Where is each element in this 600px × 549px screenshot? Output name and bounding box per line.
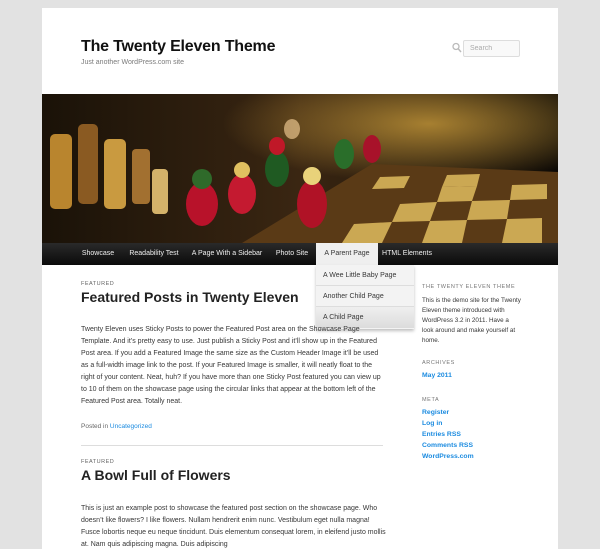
category-link[interactable]: Uncategorized [110,423,152,430]
meta-link-log-in[interactable]: Log in [422,418,474,429]
dropdown-item-another-child-page[interactable]: Another Child Page [316,286,414,307]
meta-link-entries-rss[interactable]: Entries RSS [422,429,474,440]
nav-item-showcase[interactable]: Showcase [77,243,119,265]
meta-link-comments-rss[interactable]: Comments RSS [422,440,474,451]
meta-list: Register Log in Entries RSS Comments RSS… [422,407,474,462]
page: The Twenty Eleven Theme Just another Wor… [42,8,558,549]
post-title[interactable]: A Bowl Full of Flowers [81,467,231,483]
widget-title-archives: ARCHIVES [422,360,455,366]
header-banner-image [42,94,558,243]
search-input[interactable] [464,41,518,56]
nav-item-parent-page[interactable]: A Parent Page [316,243,378,265]
post-footer: Posted in Uncategorized [81,423,152,430]
post-kicker: FEATURED [81,459,115,465]
nav-item-readability-test[interactable]: Readability Test [124,243,184,265]
main-navigation: Showcase Readability Test A Page With a … [42,243,558,265]
post-content: This is just an example post to showcase… [81,505,386,548]
widget-about-text: This is the demo site for the Twenty Ele… [422,297,521,344]
nav-item-page-with-sidebar[interactable]: A Page With a Sidebar [188,243,266,265]
meta-link-wordpress-com[interactable]: WordPress.com [422,451,474,462]
nav-dropdown-menu: A Wee Little Baby Page Another Child Pag… [316,265,414,329]
search-box[interactable] [452,40,520,57]
site-description: Just another WordPress.com site [81,59,184,66]
search-icon [452,42,462,53]
post-title[interactable]: Featured Posts in Twenty Eleven [81,289,299,305]
site-title[interactable]: The Twenty Eleven Theme [81,38,275,56]
post-footer-prefix: Posted in [81,423,109,430]
meta-link-register[interactable]: Register [422,407,474,418]
archives-list: May 2011 [422,370,452,381]
dropdown-item-wee-little-baby-page[interactable]: A Wee Little Baby Page [316,265,414,286]
archive-link-may-2011[interactable]: May 2011 [422,370,452,381]
post-content: Twenty Eleven uses Sticky Posts to power… [81,326,381,405]
widget-title-meta: META [422,397,440,403]
post-kicker: FEATURED [81,281,115,287]
nav-item-photo-site[interactable]: Photo Site [270,243,314,265]
post-divider [81,445,383,446]
widget-title-about: THE TWENTY ELEVEN THEME [422,284,516,290]
nav-item-html-elements[interactable]: HTML Elements [378,243,436,265]
